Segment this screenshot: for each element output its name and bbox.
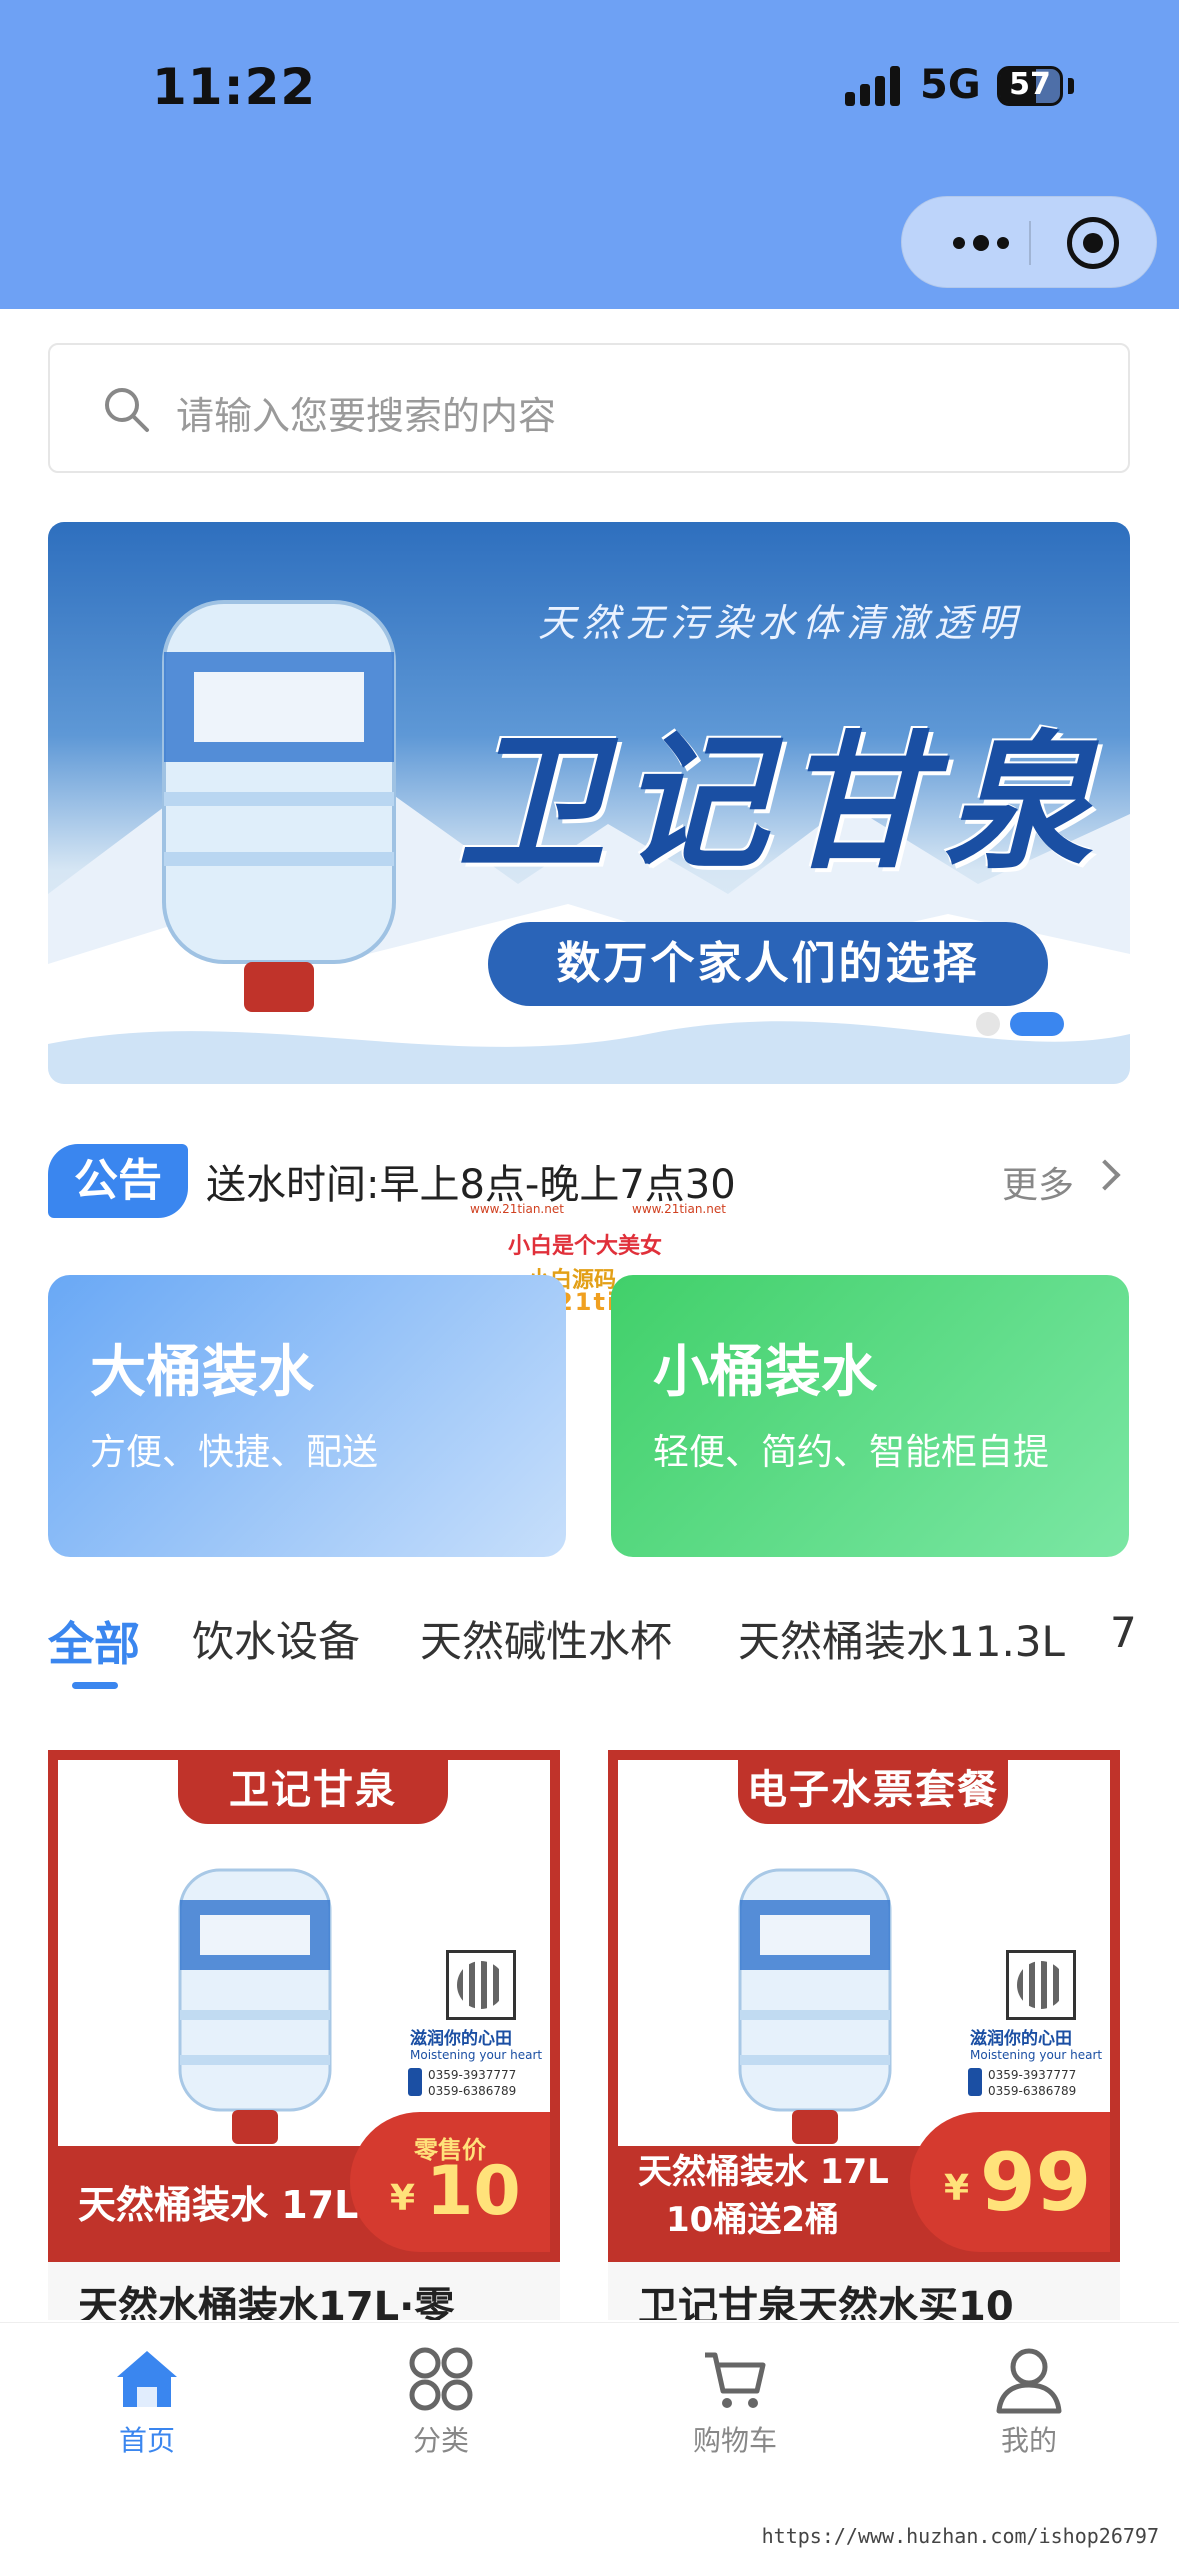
product-card[interactable]: 电子水票套餐 滋润你的心田 Moistening your heart 0359… bbox=[608, 1750, 1120, 2320]
tab-all[interactable]: 全部 bbox=[48, 1608, 140, 1674]
watermark-text: www.21tian.net bbox=[470, 1202, 564, 1216]
phone-icon bbox=[408, 2068, 422, 2096]
card-title: 大桶装水 bbox=[90, 1340, 314, 1405]
network-label: 5G bbox=[920, 62, 981, 108]
watermark-text: www.21tian.net bbox=[632, 1202, 726, 1216]
product-price: 10 bbox=[426, 2152, 521, 2231]
tabbar-cart[interactable]: 购物车 bbox=[635, 2323, 835, 2473]
card-subtitle: 方便、快捷、配送 bbox=[90, 1432, 379, 1473]
qr-code-icon bbox=[446, 1950, 516, 2020]
product-label: 天然桶装水 17L bbox=[78, 2183, 359, 2227]
product-slogan: 滋润你的心田 bbox=[970, 2029, 1072, 2049]
top-bar: 11:22 5G 57 bbox=[0, 0, 1179, 309]
product-label-line1: 天然桶装水 17L bbox=[638, 2152, 889, 2192]
product-price: 99 bbox=[980, 2136, 1092, 2229]
card-subtitle: 轻便、简约、智能柜自提 bbox=[653, 1432, 1050, 1473]
banner-slogan: 天然无污染水体清澈透明 bbox=[538, 601, 1023, 645]
product-label: 天然桶装水 17L 10桶送2桶 bbox=[638, 2148, 889, 2244]
tabbar-label: 首页 bbox=[118, 2424, 175, 2457]
product-ribbon: 电子水票套餐 bbox=[738, 1760, 1008, 1824]
qr-code-icon bbox=[1006, 1950, 1076, 2020]
product-price-bar: 天然桶装水 17L 10桶送2桶 ¥ 99 bbox=[618, 2112, 1110, 2252]
product-slogan: 滋润你的心田 bbox=[410, 2029, 512, 2049]
product-label-line2: 10桶送2桶 bbox=[666, 2200, 839, 2240]
bottom-tab-bar: 首页 分类 购物车 我的 https://www.huzhan.com/isho… bbox=[0, 2322, 1179, 2556]
product-name: 天然水桶装水17L·零 bbox=[78, 2284, 455, 2320]
product-slogan-en: Moistening your heart bbox=[410, 2048, 543, 2062]
tab-bottled-water-11-3l[interactable]: 天然桶装水11.3L bbox=[738, 1608, 1065, 1669]
battery-level: 57 bbox=[1009, 67, 1051, 102]
product-card[interactable]: 卫记甘泉 滋润你的心田 Moistening your heart 0359-3… bbox=[48, 1750, 560, 2320]
user-icon bbox=[996, 2348, 1062, 2414]
cart-icon bbox=[705, 2352, 766, 2408]
page: 11:22 5G 57 请输入您要搜索的内容 天然无污染水体清澈透明 卫记甘泉 … bbox=[0, 0, 1179, 2556]
home-icon bbox=[117, 2351, 177, 2407]
carousel-indicator bbox=[976, 1012, 1064, 1036]
price-badge: ¥ 99 bbox=[910, 2112, 1110, 2252]
tabbar-label: 我的 bbox=[1000, 2424, 1057, 2457]
chevron-right-icon bbox=[1089, 1159, 1121, 1191]
battery-icon: 57 bbox=[997, 66, 1063, 106]
tabbar-profile[interactable]: 我的 bbox=[929, 2323, 1129, 2473]
footer-watermark: https://www.huzhan.com/ishop26797 bbox=[761, 2524, 1159, 2548]
product-name: 卫记甘泉天然水买10 bbox=[638, 2284, 1014, 2320]
tabbar-category[interactable]: 分类 bbox=[341, 2323, 541, 2473]
card-large-bottled-water[interactable]: 大桶装水 方便、快捷、配送 bbox=[48, 1275, 566, 1557]
notice-more-link[interactable]: 更多 bbox=[1002, 1156, 1074, 1208]
banner-carousel[interactable]: 天然无污染水体清澈透明 卫记甘泉 数万个家人们的选择 bbox=[48, 522, 1130, 1084]
water-bottle-image bbox=[738, 1868, 892, 2144]
water-bottle-image bbox=[162, 600, 396, 1012]
tab-active-indicator bbox=[72, 1682, 118, 1689]
capsule-divider bbox=[1029, 221, 1031, 265]
close-mini-program-button[interactable] bbox=[1067, 217, 1119, 269]
product-slogan-en: Moistening your heart bbox=[970, 2048, 1103, 2062]
card-small-bottled-water[interactable]: 小桶装水 轻便、简约、智能柜自提 bbox=[611, 1275, 1129, 1557]
banner-brand: 卫记甘泉 bbox=[458, 715, 1106, 889]
category-tabs: 全部 饮水设备 天然碱性水杯 天然桶装水11.3L 7 bbox=[48, 1608, 1179, 1698]
tabbar-home[interactable]: 首页 bbox=[47, 2323, 247, 2473]
tab-more[interactable]: 7 bbox=[1110, 1608, 1137, 1657]
water-bottle-image bbox=[178, 1868, 332, 2144]
product-phone: 0359-3937777 bbox=[428, 2068, 517, 2082]
currency-symbol: ¥ bbox=[390, 2178, 416, 2219]
carousel-dot[interactable] bbox=[976, 1012, 1000, 1036]
carousel-dot-active[interactable] bbox=[1010, 1012, 1064, 1036]
product-ribbon: 卫记甘泉 bbox=[178, 1760, 448, 1824]
mini-program-capsule bbox=[901, 196, 1157, 288]
currency-symbol: ¥ bbox=[944, 2168, 970, 2209]
phone-icon bbox=[968, 2068, 982, 2096]
status-time: 11:22 bbox=[152, 58, 317, 116]
category-icon bbox=[409, 2347, 473, 2411]
tabbar-label: 购物车 bbox=[692, 2424, 777, 2457]
battery-tip bbox=[1068, 78, 1074, 94]
product-phone: 0359-6386789 bbox=[428, 2084, 517, 2098]
tab-alkaline-cup[interactable]: 天然碱性水杯 bbox=[420, 1608, 672, 1669]
product-price-bar: 天然桶装水 17L 零售价 ¥ 10 bbox=[58, 2112, 550, 2252]
search-placeholder: 请输入您要搜索的内容 bbox=[176, 394, 557, 438]
product-phone: 0359-6386789 bbox=[988, 2084, 1077, 2098]
search-bar[interactable]: 请输入您要搜索的内容 bbox=[48, 343, 1130, 473]
banner-tagline: 数万个家人们的选择 bbox=[488, 922, 1048, 1006]
tabbar-label: 分类 bbox=[412, 2424, 469, 2457]
card-title: 小桶装水 bbox=[653, 1340, 877, 1405]
price-badge: 零售价 ¥ 10 bbox=[350, 2112, 550, 2252]
signal-icon bbox=[845, 66, 905, 106]
notice-bar[interactable]: 公告 送水时间:早上8点-晚上7点30 更多 bbox=[48, 1140, 1130, 1220]
tab-drinking-equipment[interactable]: 饮水设备 bbox=[192, 1608, 360, 1669]
more-options-button[interactable] bbox=[936, 197, 1026, 289]
notice-badge: 公告 bbox=[48, 1144, 188, 1218]
product-phone: 0359-3937777 bbox=[988, 2068, 1077, 2082]
search-icon bbox=[105, 388, 149, 432]
watermark-text: 小白是个大美女 bbox=[508, 1234, 663, 1259]
